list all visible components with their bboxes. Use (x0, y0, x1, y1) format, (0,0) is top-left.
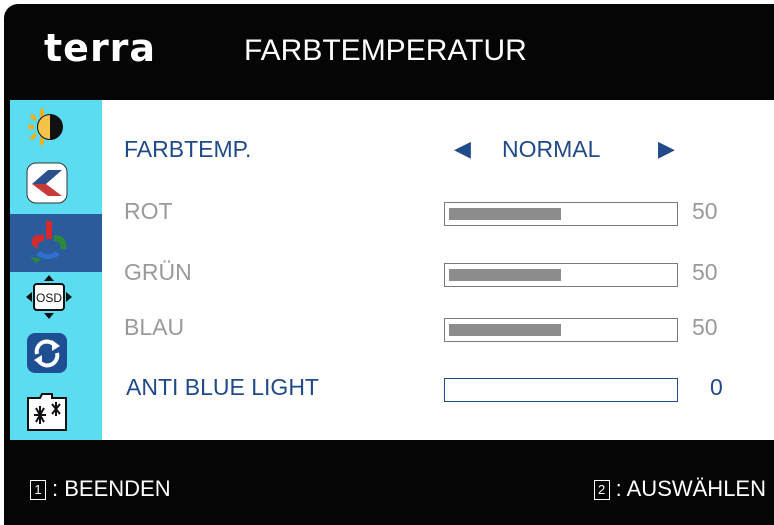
arrow-left-icon[interactable]: ◀ (454, 136, 471, 162)
farbtemp-value: NORMAL (502, 136, 601, 162)
farbtemp-label: FARBTEMP. (124, 136, 252, 162)
anti-blue-value: 0 (710, 374, 723, 400)
row-rot[interactable]: ROT 50 (102, 192, 774, 232)
row-gruen[interactable]: GRÜN 50 (102, 253, 774, 293)
row-blau[interactable]: BLAU 50 (102, 308, 774, 348)
rot-slider-fill (449, 208, 561, 220)
sidebar-item-color[interactable] (10, 214, 102, 272)
anti-blue-label: ANTI BLUE LIGHT (126, 374, 319, 400)
exit-hint: 1 : BEENDEN (30, 476, 171, 502)
row-anti-blue-light[interactable]: ANTI BLUE LIGHT 0 (102, 368, 774, 408)
rot-slider[interactable] (444, 202, 678, 226)
brightness-contrast-icon (26, 107, 66, 152)
sidebar: OSD (10, 100, 102, 440)
blau-label: BLAU (124, 314, 185, 340)
arrow-right-icon[interactable]: ▶ (658, 136, 675, 162)
gruen-slider-fill (449, 269, 561, 281)
sidebar-item-osd[interactable]: OSD (10, 270, 102, 328)
exit-label: : BEENDEN (52, 476, 171, 501)
footer-bar: 1 : BEENDEN 2: AUSWÄHLEN (4, 450, 774, 525)
reset-icon (26, 332, 68, 379)
svg-text:OSD: OSD (36, 291, 62, 305)
settings-panel: FARBTEMP. ◀ NORMAL ▶ ROT 50 GRÜN 50 BLAU… (102, 100, 774, 440)
extra-settings-icon (26, 390, 68, 437)
header-bar: terra FARBTEMPERATUR (4, 4, 774, 88)
gruen-label: GRÜN (124, 259, 192, 285)
blau-slider[interactable] (444, 318, 678, 342)
menu-body: OSD FARBTEMP. ◀ NORMAL ▶ ROT 50 GRÜN 50 … (4, 88, 774, 450)
osd-settings-icon: OSD (26, 274, 72, 324)
gruen-slider[interactable] (444, 263, 678, 287)
key-1-icon: 1 (30, 480, 46, 500)
image-geometry-icon (26, 162, 68, 209)
blau-slider-fill (449, 324, 561, 336)
select-label: : AUSWÄHLEN (615, 476, 766, 501)
sidebar-item-image[interactable] (10, 156, 102, 214)
row-farbtemp[interactable]: FARBTEMP. ◀ NORMAL ▶ (102, 130, 774, 170)
select-hint: 2: AUSWÄHLEN (593, 476, 766, 502)
gruen-value: 50 (692, 259, 718, 285)
sidebar-item-reset[interactable] (10, 326, 102, 384)
sidebar-item-brightness[interactable] (10, 100, 102, 158)
color-temperature-icon (26, 219, 72, 268)
rot-value: 50 (692, 198, 718, 224)
rot-label: ROT (124, 198, 173, 224)
anti-blue-slider[interactable] (444, 378, 678, 402)
osd-window: terra FARBTEMPERATUR OSD FARBTEMP. ◀ NOR… (0, 0, 774, 525)
blau-value: 50 (692, 314, 718, 340)
page-title: FARBTEMPERATUR (244, 34, 527, 67)
key-2-icon: 2 (593, 480, 610, 500)
sidebar-item-extra[interactable] (10, 384, 102, 442)
brand-logo: terra (44, 26, 157, 70)
